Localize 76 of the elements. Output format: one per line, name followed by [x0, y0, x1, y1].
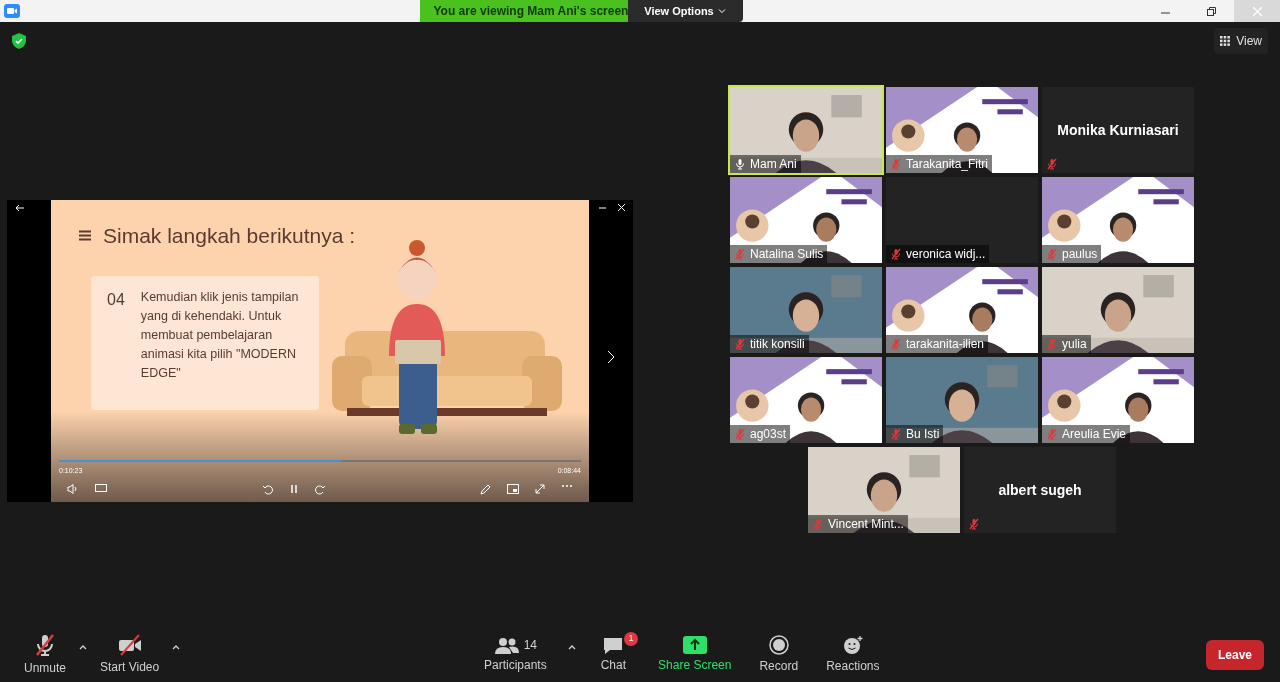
- volume-icon[interactable]: [67, 484, 79, 494]
- restore-icon: [1206, 6, 1216, 16]
- participant-name-large: albert sugeh: [998, 480, 1082, 500]
- chat-bubble-icon: [602, 636, 625, 656]
- participant-name: paulus: [1062, 246, 1098, 263]
- step-text: Kemudian klik jenis tampilan yang di kehendaki. Untuk membuat pembelajaran animasi kita pilih "MODERN EDGE": [140, 288, 300, 382]
- muted-mic-icon: [1046, 248, 1058, 260]
- record-icon: [768, 635, 789, 655]
- participants-button[interactable]: 14 Participants: [476, 636, 555, 674]
- participant-tile[interactable]: Areulia Evie: [1042, 357, 1194, 443]
- participant-tile[interactable]: Monika Kurniasari: [1042, 87, 1194, 173]
- smiley-icon: [841, 635, 864, 655]
- participant-name: veronica widj...: [906, 246, 986, 263]
- participant-tile[interactable]: albert sugeh: [964, 447, 1116, 533]
- chat-badge: 1: [624, 632, 639, 646]
- muted-mic-icon: [890, 158, 902, 170]
- muted-mic-icon: [1046, 158, 1058, 170]
- participant-tile[interactable]: Vincent Mint...: [808, 447, 960, 533]
- toolbar-button[interactable]: Unmute: [16, 633, 75, 677]
- more-icon[interactable]: [561, 483, 573, 488]
- muted-mic-icon: [734, 338, 746, 350]
- close-icon: [1252, 6, 1262, 16]
- muted-mic-icon: [968, 518, 980, 530]
- grid-icon: [1220, 36, 1231, 46]
- muted-mic-icon: [890, 338, 902, 350]
- participant-name: Bu Isti: [906, 426, 940, 443]
- participant-name: titik konsili: [750, 336, 805, 353]
- video-off-icon: [116, 634, 143, 656]
- participant-tile[interactable]: Bu Isti: [886, 357, 1038, 443]
- muted-mic-icon: [33, 633, 57, 657]
- pencil-icon[interactable]: [480, 483, 491, 495]
- step-number: 04: [107, 289, 125, 310]
- participant-name: Mam Ani: [750, 156, 797, 173]
- participant-tile[interactable]: Mam Ani: [730, 87, 882, 173]
- participant-tile[interactable]: veronica widj...: [886, 177, 1038, 263]
- forward-icon[interactable]: [313, 483, 326, 495]
- participant-name: Vincent Mint...: [828, 516, 904, 533]
- close-icon[interactable]: [618, 204, 625, 211]
- muted-mic-icon: [734, 428, 746, 440]
- participant-name-large: Monika Kurniasari: [1057, 120, 1179, 140]
- toolbar-button[interactable]: Record: [751, 635, 807, 675]
- muted-mic-icon: [1046, 338, 1058, 350]
- muted-mic-icon: [890, 248, 902, 260]
- share-screen-icon: [682, 636, 707, 654]
- mini-view-icon[interactable]: [507, 483, 519, 494]
- participant-tile[interactable]: paulus: [1042, 177, 1194, 263]
- fullscreen-icon[interactable]: [535, 483, 545, 494]
- mic-icon: [734, 158, 746, 170]
- toolbar-button[interactable]: Share Screen: [650, 636, 740, 674]
- participant-tile[interactable]: yulia: [1042, 267, 1194, 353]
- participant-tile[interactable]: ag03st: [730, 357, 882, 443]
- subtitles-icon[interactable]: [95, 484, 107, 494]
- view-options-button[interactable]: View Options: [627, 0, 743, 22]
- muted-mic-icon: [734, 248, 746, 260]
- toolbar-button[interactable]: Start Video: [92, 634, 168, 676]
- slide-title: Simak langkah berikutnya :: [103, 223, 356, 249]
- shield-icon: [12, 33, 26, 49]
- back-arrow-icon[interactable]: [15, 204, 25, 212]
- participant-name: yulia: [1062, 336, 1087, 353]
- leave-button[interactable]: Leave: [1205, 640, 1264, 670]
- participant-tile[interactable]: titik konsili: [730, 267, 882, 353]
- participant-name: ag03st: [750, 426, 787, 443]
- app-logo-icon: [4, 4, 20, 18]
- minimize-icon[interactable]: [599, 204, 606, 211]
- banner-text: You are viewing Mam Ani's screen: [433, 3, 629, 20]
- pause-icon[interactable]: [289, 483, 298, 494]
- participant-name: Areulia Evie: [1062, 426, 1127, 443]
- menu-icon: [79, 230, 91, 242]
- muted-mic-icon: [812, 518, 824, 530]
- muted-mic-icon: [890, 428, 902, 440]
- muted-mic-icon: [1046, 428, 1058, 440]
- people-icon: [493, 636, 520, 656]
- toolbar-button[interactable]: Reactions: [818, 635, 888, 675]
- rewind-icon[interactable]: [261, 483, 274, 495]
- view-button[interactable]: View: [1214, 28, 1268, 54]
- chevron-down-icon: [717, 7, 726, 15]
